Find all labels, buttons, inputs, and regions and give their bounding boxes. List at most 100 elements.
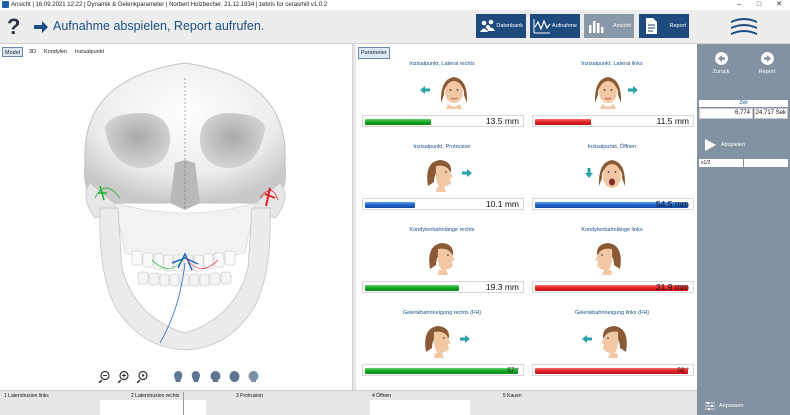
param-value: 31.9 mm	[655, 282, 689, 292]
face-front-icon	[440, 77, 468, 109]
param-card: Inzisalpunkt, Öffnen 54.5 mm	[528, 130, 696, 210]
zoom-out-icon[interactable]	[98, 370, 111, 383]
wave-icon	[533, 19, 551, 34]
timeline-segment-label[interactable]: 4 Öffnen	[372, 392, 391, 400]
application-window: Ansicht | 16.09.2021 12:22 | Dynamik & G…	[0, 0, 790, 415]
document-icon	[646, 18, 657, 34]
timeline-segment-bar[interactable]	[370, 400, 470, 415]
param-label: Inzisalpunkt, Protrusion	[413, 144, 471, 150]
time-total-field: 24,717 Sek	[754, 108, 788, 119]
param-bar: 54.5 mm	[532, 198, 694, 210]
face-profile-icon	[425, 326, 451, 358]
view-right-icon[interactable]	[171, 370, 184, 383]
bars-icon	[589, 21, 604, 33]
param-value: 11.5 mm	[656, 116, 689, 126]
param-label: Inzisalpunkt, Öffnen	[587, 144, 637, 150]
param-label: Kondylenbahnlänge links	[581, 227, 643, 233]
param-bar-fill	[365, 368, 518, 374]
param-label: Inzisalpunkt, Lateral links	[581, 61, 643, 67]
model-view-pane: Model 3D Kondylen Inzisalpunkt	[0, 44, 352, 390]
header-toolbar: ? Aufnahme abspielen, Report aufrufen. D…	[0, 10, 790, 44]
back-label: Zurück	[712, 69, 730, 75]
view-top-icon[interactable]	[228, 370, 241, 383]
view-left-icon[interactable]	[190, 370, 203, 383]
param-value: 59 °	[677, 367, 689, 374]
instruction-headline: Aufnahme abspielen, Report aufrufen.	[53, 19, 265, 33]
param-card: Gelenkbahnneigung links (FH) 59 °	[528, 296, 696, 376]
sliders-icon	[705, 402, 715, 410]
app-icon	[2, 1, 9, 8]
param-bar-fill	[365, 202, 415, 208]
face-profile-icon	[429, 243, 455, 275]
zebris-logo	[731, 18, 757, 35]
timeline-playhead[interactable]	[183, 392, 184, 415]
zoom-in-icon[interactable]	[117, 370, 130, 383]
face-profile-left-icon	[601, 326, 627, 358]
report-header-button[interactable]: Report	[639, 14, 689, 38]
minimize-button[interactable]: –	[732, 0, 746, 10]
view-front-icon[interactable]	[209, 370, 222, 383]
face-open-mouth-icon	[598, 160, 626, 188]
arrow-down-icon	[585, 168, 593, 178]
arrow-right-icon	[462, 169, 472, 177]
timeline-segment-label[interactable]: 2 Laterotrusion rechts	[131, 392, 179, 400]
recording-timeline: 1 Laterotrusion links 2 Laterotrusion re…	[0, 390, 697, 415]
ansicht-label: Ansicht	[612, 23, 631, 29]
timeline-segment-bar[interactable]	[100, 400, 206, 415]
play-icon	[705, 139, 716, 151]
tab-model[interactable]: Model	[2, 47, 23, 57]
maximize-button[interactable]: □	[752, 0, 766, 10]
back-button[interactable]: Zurück	[703, 52, 739, 75]
datenbank-button[interactable]: Datenbank	[476, 14, 526, 38]
param-bar-fill	[365, 285, 459, 291]
report-button[interactable]: Report	[749, 52, 785, 75]
param-value: 19.3 mm	[485, 282, 519, 292]
param-card: Inzisalpunkt, Lateral rechts 13.5 mm	[358, 47, 526, 127]
speed-label: x1/2	[701, 160, 711, 166]
speed-slider-tick	[743, 159, 744, 167]
param-card: Gelenkbahnneigung rechts (FH) 57 °	[358, 296, 526, 376]
play-button[interactable]: Abspielen	[703, 138, 763, 152]
title-bar: Ansicht | 16.09.2021 12:22 | Dynamik & G…	[0, 0, 790, 10]
users-icon	[480, 19, 495, 32]
timeline-segment-label[interactable]: 3 Protrusion	[236, 392, 263, 400]
arrow-left-icon	[582, 335, 592, 343]
param-card: Inzisalpunkt, Lateral links 11.5 mm	[528, 47, 696, 127]
play-label: Abspielen	[721, 142, 746, 148]
param-bar: 59 °	[532, 364, 694, 376]
param-card: Inzisalpunkt, Protrusion 10.1 mm	[358, 130, 526, 210]
arrow-right-icon	[460, 335, 470, 343]
param-bar: 13.5 mm	[362, 115, 524, 127]
help-icon[interactable]: ?	[7, 14, 20, 40]
forward-icon	[760, 52, 774, 65]
skull-3d-model[interactable]	[60, 58, 310, 358]
speed-slider[interactable]: x1/2	[699, 159, 788, 167]
param-card: Kondylenbahnlänge rechts 19.3 mm	[358, 213, 526, 293]
view-back-icon[interactable]	[247, 370, 260, 383]
param-label: Inzisalpunkt, Lateral rechts	[409, 61, 475, 67]
close-button[interactable]: ✕	[772, 0, 786, 10]
playback-sidebar: Zurück Report Zeit 6,774 24,717 Sek Absp…	[697, 44, 790, 415]
time-current-field[interactable]: 6,774	[699, 108, 753, 119]
adjust-button[interactable]: Anpassen	[705, 400, 743, 412]
tab-kondylen[interactable]: Kondylen	[42, 47, 69, 57]
back-icon	[714, 52, 728, 65]
zoom-reset-icon[interactable]	[136, 370, 149, 383]
param-bar-fill	[535, 368, 688, 374]
aufnahme-button[interactable]: Aufnahme	[530, 14, 580, 38]
param-value: 10.1 mm	[485, 199, 519, 209]
arrow-right-icon	[628, 86, 638, 94]
report-header-label: Report	[669, 23, 686, 29]
timeline-segment-label[interactable]: 5 Kauen	[503, 392, 522, 400]
tab-inzisalpunkt[interactable]: Inzisalpunkt	[73, 47, 106, 57]
report-label: Report	[758, 69, 776, 75]
param-bar: 11.5 mm	[532, 115, 694, 127]
param-value: 57 °	[507, 367, 519, 374]
aufnahme-label: Aufnahme	[551, 23, 577, 29]
timeline-segment-label[interactable]: 1 Laterotrusion links	[4, 392, 49, 400]
param-label: Kondylenbahnlänge rechts	[409, 227, 475, 233]
tab-3d[interactable]: 3D	[27, 47, 38, 57]
view-toolbar	[98, 370, 260, 384]
arrow-left-icon	[420, 86, 430, 94]
ansicht-button[interactable]: Ansicht	[584, 14, 634, 38]
